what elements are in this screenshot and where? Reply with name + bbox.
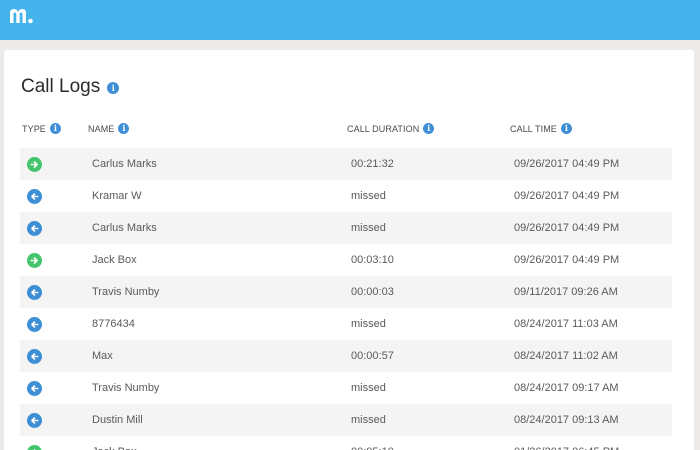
call-duration: 00:00:57 <box>351 350 394 362</box>
contact-name: Travis Numby <box>92 286 160 298</box>
call-duration: missed <box>351 190 386 202</box>
call-time: 08/24/2017 09:13 AM <box>514 414 619 426</box>
arrow-left-icon <box>27 316 42 332</box>
column-header-type[interactable]: TYPE i <box>22 123 61 134</box>
arrow-left-icon <box>27 348 42 364</box>
call-type-cell <box>27 436 42 450</box>
call-time: 08/24/2017 09:17 AM <box>514 382 619 394</box>
contact-name: Max <box>92 350 113 362</box>
contact-name: Carlus Marks <box>92 158 157 170</box>
call-type-cell <box>27 148 42 180</box>
call-type-cell <box>27 372 42 404</box>
table-row[interactable]: Dustin Mill missed 08/24/2017 09:13 AM <box>20 404 672 436</box>
contact-name: 8776434 <box>92 318 135 330</box>
column-header-call-duration[interactable]: CALL DURATION i <box>347 123 435 134</box>
top-bar <box>0 0 700 40</box>
call-duration: 00:21:32 <box>351 158 394 170</box>
call-type-cell <box>27 340 42 372</box>
mspy-logo-icon[interactable] <box>6 4 36 28</box>
arrow-right-icon <box>27 444 42 450</box>
call-duration: missed <box>351 318 386 330</box>
arrow-left-icon <box>27 412 42 428</box>
call-time: 09/11/2017 09:26 AM <box>514 286 618 298</box>
arrow-left-icon <box>27 284 42 300</box>
table-row[interactable]: 8776434 missed 08/24/2017 11:03 AM <box>20 308 672 340</box>
call-time: 09/26/2017 04:49 PM <box>514 158 620 170</box>
call-duration: missed <box>351 222 386 234</box>
contact-name: Kramar W <box>92 190 142 202</box>
page-title-text: Call Logs <box>21 76 101 97</box>
column-header-call-time[interactable]: CALL TIME i <box>510 123 572 134</box>
call-time: 09/26/2017 04:49 PM <box>514 222 620 234</box>
call-time: 08/24/2017 11:02 AM <box>514 350 618 362</box>
call-duration: 00:03:10 <box>351 254 394 266</box>
table-row[interactable]: Jack Box 00:03:10 09/26/2017 04:49 PM <box>20 244 672 276</box>
info-icon[interactable]: i <box>423 123 435 134</box>
contact-name: Jack Box <box>92 254 137 266</box>
arrow-right-icon <box>27 252 42 268</box>
call-type-cell <box>27 244 42 276</box>
table-row[interactable]: Carlus Marks missed 09/26/2017 04:49 PM <box>20 212 672 244</box>
table-row[interactable]: Kramar W missed 09/26/2017 04:49 PM <box>20 180 672 212</box>
table-row[interactable]: Jack Box 00:05:10 01/26/2017 06:45 PM <box>20 436 672 450</box>
call-duration: missed <box>351 382 386 394</box>
arrow-left-icon <box>27 380 42 396</box>
contact-name: Jack Box <box>92 436 137 450</box>
arrow-right-icon <box>27 156 42 172</box>
table-row[interactable]: Travis Numby 00:00:03 09/11/2017 09:26 AM <box>20 276 672 308</box>
call-type-cell <box>27 180 42 212</box>
call-duration: 00:00:03 <box>351 286 394 298</box>
contact-name: Dustin Mill <box>92 414 143 426</box>
info-icon[interactable]: i <box>560 123 572 134</box>
call-type-cell <box>27 212 42 244</box>
call-type-cell <box>27 404 42 436</box>
table-row[interactable]: Travis Numby missed 08/24/2017 09:17 AM <box>20 372 672 404</box>
page-title: Call Logs i <box>21 76 120 98</box>
info-icon[interactable]: i <box>118 123 130 134</box>
call-time: 09/26/2017 04:49 PM <box>514 254 620 266</box>
info-icon[interactable]: i <box>107 82 120 94</box>
call-log-table: Carlus Marks 00:21:32 09/26/2017 04:49 PM K… <box>20 148 672 450</box>
call-duration: missed <box>351 414 386 426</box>
call-time: 09/26/2017 04:49 PM <box>514 190 620 202</box>
contact-name: Carlus Marks <box>92 222 157 234</box>
column-header-name[interactable]: NAME i <box>88 123 130 134</box>
call-duration: 00:05:10 <box>351 436 394 450</box>
table-row[interactable]: Max 00:00:57 08/24/2017 11:02 AM <box>20 340 672 372</box>
arrow-left-icon <box>27 188 42 204</box>
call-logs-panel: Call Logs i TYPE i NAME i CALL DURATION … <box>4 50 694 450</box>
call-time: 08/24/2017 11:03 AM <box>514 318 618 330</box>
call-type-cell <box>27 308 42 340</box>
table-header: TYPE i NAME i CALL DURATION i CALL TIME … <box>22 123 672 137</box>
call-time: 01/26/2017 06:45 PM <box>514 436 619 450</box>
info-icon[interactable]: i <box>49 123 61 134</box>
arrow-left-icon <box>27 220 42 236</box>
call-type-cell <box>27 276 42 308</box>
contact-name: Travis Numby <box>92 382 160 394</box>
table-row[interactable]: Carlus Marks 00:21:32 09/26/2017 04:49 PM <box>20 148 672 180</box>
